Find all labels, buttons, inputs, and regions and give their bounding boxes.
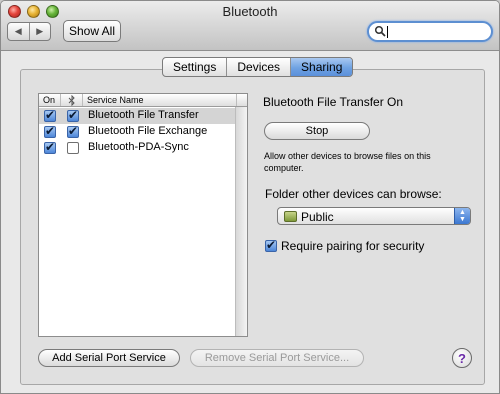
- column-header-on[interactable]: On: [39, 94, 61, 106]
- remove-serial-port-service-button[interactable]: Remove Serial Port Service...: [190, 349, 364, 367]
- folder-label: Folder other devices can browse:: [265, 187, 442, 201]
- service-alert-checkbox[interactable]: [67, 142, 79, 154]
- tab-settings[interactable]: Settings: [163, 58, 226, 76]
- table-scrollbar[interactable]: [235, 107, 247, 336]
- window-title: Bluetooth: [222, 4, 278, 19]
- help-button[interactable]: ?: [452, 348, 472, 368]
- pane-tabs: Settings Devices Sharing: [162, 57, 354, 77]
- table-row[interactable]: Bluetooth File Exchange: [39, 124, 236, 140]
- service-description: Allow other devices to browse files on t…: [264, 151, 431, 173]
- forward-arrow-icon: ▶: [36, 26, 44, 36]
- search-field[interactable]: [367, 21, 493, 42]
- service-on-checkbox[interactable]: [44, 140, 56, 154]
- back-forward-control: ◀ ▶: [7, 22, 51, 41]
- service-on-checkbox[interactable]: [44, 124, 56, 138]
- bluetooth-icon: [68, 94, 75, 106]
- help-icon: ?: [458, 350, 466, 366]
- show-all-button[interactable]: Show All: [63, 20, 121, 42]
- service-alert-checkbox[interactable]: [67, 124, 79, 138]
- column-header-service-name[interactable]: Service Name: [83, 94, 237, 106]
- title-toolbar: Bluetooth ◀ ▶ Show All: [1, 1, 499, 51]
- service-on-checkbox[interactable]: [44, 108, 56, 122]
- tab-sharing[interactable]: Sharing: [290, 58, 353, 76]
- column-header-bluetooth[interactable]: [61, 94, 83, 106]
- service-name: Bluetooth-PDA-Sync: [88, 141, 189, 153]
- table-row[interactable]: Bluetooth File Transfer: [39, 108, 236, 124]
- service-status-text: Bluetooth File Transfer On: [263, 95, 404, 109]
- stop-button[interactable]: Stop: [264, 122, 370, 140]
- require-pairing-option[interactable]: Require pairing for security: [265, 238, 425, 253]
- add-serial-port-service-button[interactable]: Add Serial Port Service: [38, 349, 180, 367]
- service-name: Bluetooth File Exchange: [88, 125, 208, 137]
- tab-devices[interactable]: Devices: [226, 58, 290, 76]
- back-arrow-icon: ◀: [14, 26, 22, 36]
- service-alert-checkbox[interactable]: [67, 108, 79, 122]
- folder-icon: [284, 211, 297, 222]
- back-button[interactable]: ◀: [8, 23, 29, 40]
- popup-arrows-icon: ▲ ▼: [454, 208, 470, 224]
- forward-button[interactable]: ▶: [28, 23, 51, 40]
- services-table: On Service Name Bluetooth File Transfer …: [38, 93, 248, 337]
- folder-popup[interactable]: Public ▲ ▼: [277, 207, 471, 225]
- service-name: Bluetooth File Transfer: [88, 109, 199, 121]
- table-row[interactable]: Bluetooth-PDA-Sync: [39, 140, 236, 156]
- require-pairing-checkbox[interactable]: [265, 238, 277, 252]
- table-header: On Service Name: [39, 94, 247, 107]
- service-rows: Bluetooth File Transfer Bluetooth File E…: [39, 108, 236, 156]
- require-pairing-label: Require pairing for security: [281, 239, 425, 253]
- preferences-window: Bluetooth ◀ ▶ Show All Settings Devices …: [0, 0, 500, 394]
- search-text-caret: [387, 26, 388, 38]
- search-icon: [374, 25, 386, 37]
- folder-value: Public: [301, 210, 334, 224]
